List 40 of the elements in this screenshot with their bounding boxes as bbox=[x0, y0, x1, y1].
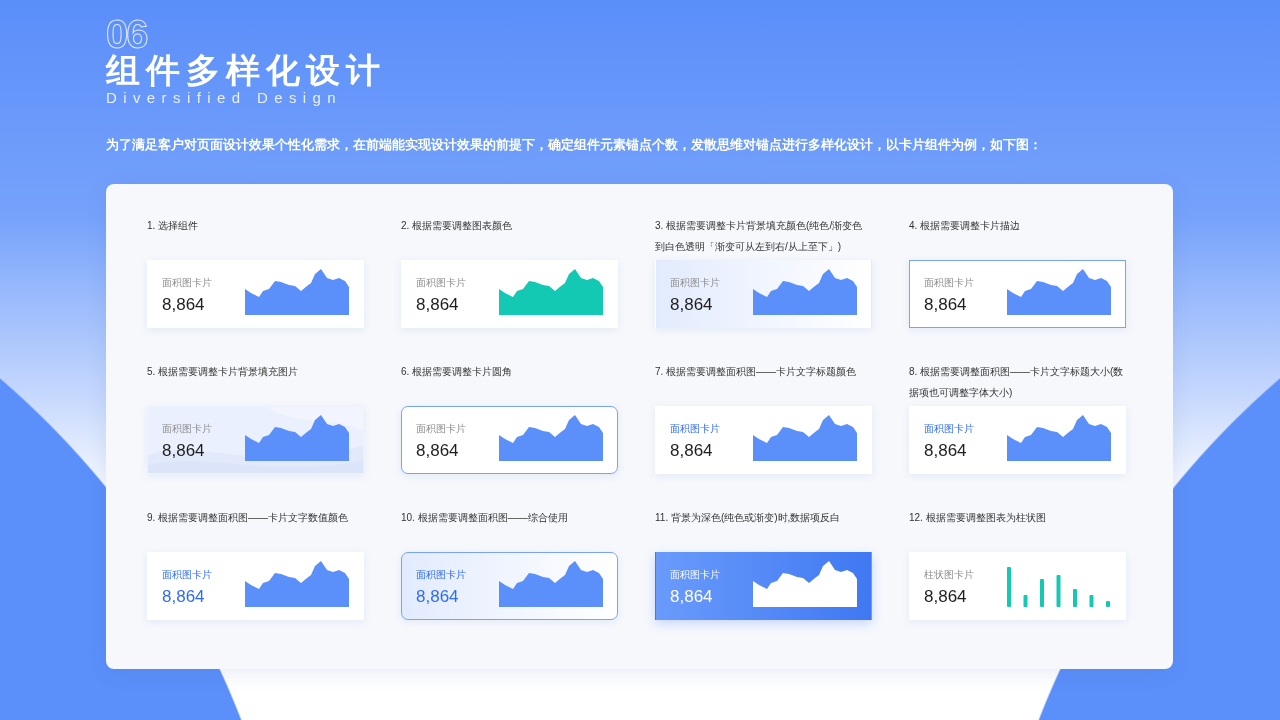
card-value: 8,864 bbox=[162, 295, 206, 316]
card-value: 8,864 bbox=[670, 441, 714, 462]
step-caption: 10. 根据需要调整面积图——综合使用 bbox=[401, 511, 569, 526]
card-value: 8,864 bbox=[416, 295, 460, 316]
card-value: 8,864 bbox=[924, 295, 968, 316]
step-caption: 9. 根据需要调整面积图——卡片文字数值颜色 bbox=[147, 511, 350, 526]
card-title: 面积图卡片 bbox=[670, 569, 720, 582]
card-title: 面积图卡片 bbox=[924, 423, 974, 436]
page-title: 组件多样化设计 bbox=[106, 52, 386, 90]
step-caption: 1. 选择组件 bbox=[147, 219, 200, 234]
card-title: 面积图卡片 bbox=[416, 569, 466, 582]
section-number: 06 bbox=[106, 14, 147, 52]
step-caption: 4. 根据需要调整卡片描边 bbox=[909, 219, 1022, 234]
card-title: 柱状图卡片 bbox=[924, 569, 974, 582]
intro-text: 为了满足客户对页面设计效果个性化需求，在前端能实现设计效果的前提下，确定组件元素锚点个数，发散思维对锚点进行多样化设计，以卡片组件为例，如下图： bbox=[106, 137, 1043, 155]
card-title: 面积图卡片 bbox=[162, 569, 212, 582]
step-caption: 5. 根据需要调整卡片背景填充图片 bbox=[147, 365, 300, 380]
step-caption: 7. 根据需要调整面积图——卡片文字标题颜色 bbox=[655, 365, 858, 380]
card-title: 面积图卡片 bbox=[670, 423, 720, 436]
card-title: 面积图卡片 bbox=[416, 277, 466, 290]
step-caption: 6. 根据需要调整卡片圆角 bbox=[401, 365, 514, 380]
step-caption: 2. 根据需要调整图表颜色 bbox=[401, 219, 514, 234]
card-value: 8,864 bbox=[670, 587, 714, 608]
step-caption: 11. 背景为深色(纯色或渐变)时,数据项反白 bbox=[655, 511, 842, 526]
card-title: 面积图卡片 bbox=[416, 423, 466, 436]
card-title: 面积图卡片 bbox=[924, 277, 974, 290]
card-value: 8,864 bbox=[162, 587, 206, 608]
step-caption: 8. 根据需要调整面积图——卡片文字标题大小(数据项也可调整字体大小) bbox=[909, 365, 1125, 401]
page-subtitle: Diversified Design bbox=[106, 89, 343, 108]
card-value: 8,864 bbox=[416, 587, 460, 608]
card-value: 8,864 bbox=[924, 587, 968, 608]
card-value: 8,864 bbox=[162, 441, 206, 462]
card-value: 8,864 bbox=[670, 295, 714, 316]
card-title: 面积图卡片 bbox=[670, 277, 720, 290]
card-value: 8,864 bbox=[924, 441, 968, 462]
card-title: 面积图卡片 bbox=[162, 423, 212, 436]
step-caption: 3. 根据需要调整卡片背景填充颜色(纯色/渐变色到白色透明「渐变可从左到右/从上至下」) bbox=[655, 219, 864, 255]
step-caption: 12. 根据需要调整图表为柱状图 bbox=[909, 511, 1047, 526]
card-value: 8,864 bbox=[416, 441, 460, 462]
card-title: 面积图卡片 bbox=[162, 277, 212, 290]
